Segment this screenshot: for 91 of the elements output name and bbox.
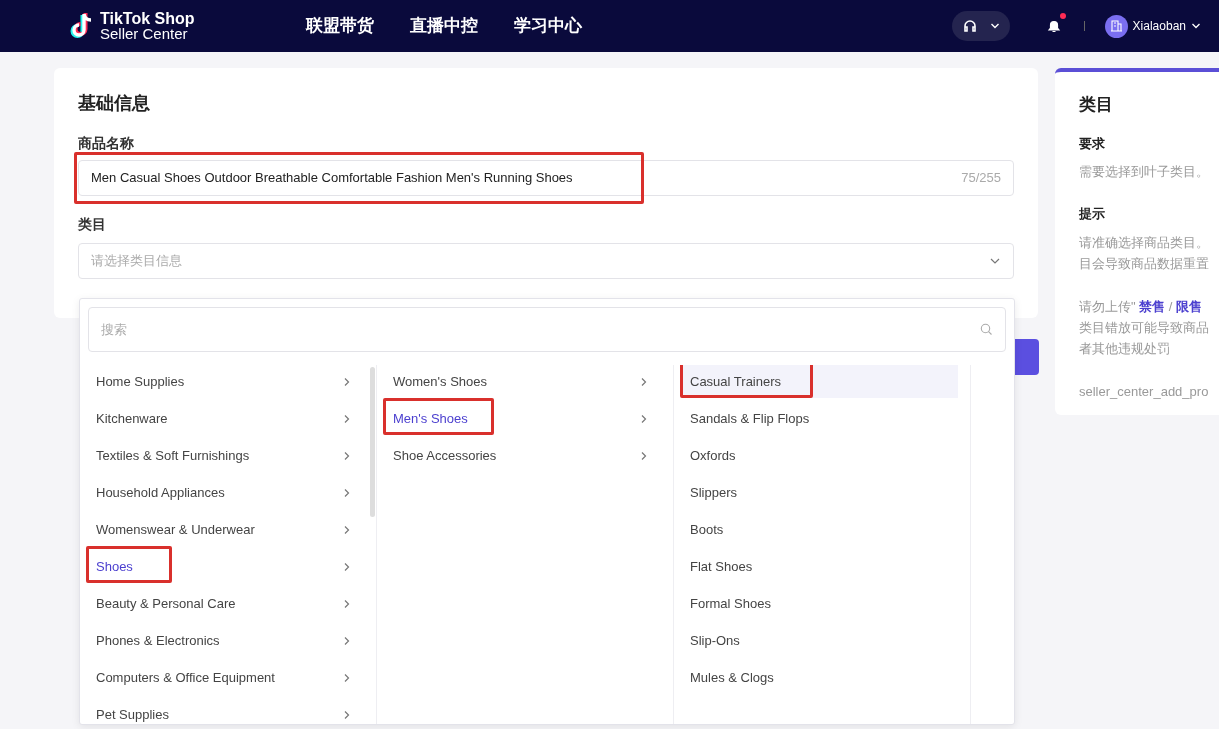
chevron-right-icon xyxy=(342,524,352,535)
category-label: Phones & Electronics xyxy=(96,631,220,650)
help-text: 目会导致商品数据重置 xyxy=(1079,254,1210,273)
category-label: Beauty & Personal Care xyxy=(96,594,236,613)
category-label: Boots xyxy=(690,520,724,539)
headset-icon xyxy=(961,18,978,34)
category-item[interactable]: Shoes xyxy=(88,550,364,583)
select-placeholder: 请选择类目信息 xyxy=(91,252,182,271)
category-label: Oxfords xyxy=(690,446,736,465)
caret-icon xyxy=(1191,21,1201,31)
category-item[interactable]: Formal Shoes xyxy=(682,587,958,620)
logo-title: TikTok Shop xyxy=(100,11,195,26)
category-item[interactable]: Phones & Electronics xyxy=(88,624,364,657)
category-item[interactable]: Oxfords xyxy=(682,439,958,472)
category-item[interactable]: Textiles & Soft Furnishings xyxy=(88,439,364,472)
nav-link[interactable]: 学习中心 xyxy=(514,13,582,39)
search-field[interactable]: 搜索 xyxy=(88,307,1006,352)
chevron-right-icon xyxy=(639,450,649,461)
chevron-right-icon xyxy=(639,376,649,387)
category-label: Casual Trainers xyxy=(690,372,782,391)
category-item[interactable]: Home Supplies xyxy=(88,365,364,398)
category-label: Shoe Accessories xyxy=(393,446,497,465)
help-text: 者其他违规处罚 xyxy=(1079,339,1171,358)
category-label: Slippers xyxy=(690,483,737,502)
chevron-right-icon xyxy=(342,487,352,498)
support-button[interactable] xyxy=(951,11,1010,41)
category-label: Men's Shoes xyxy=(393,409,468,428)
chevron-right-icon xyxy=(342,561,352,572)
avatar-icon xyxy=(1104,14,1128,38)
category-item[interactable]: Flat Shoes xyxy=(682,550,958,583)
category-label: Womenswear & Underwear xyxy=(96,520,255,539)
category-label: Home Supplies xyxy=(96,372,185,391)
search-input[interactable]: 搜索 xyxy=(101,319,980,340)
chevron-right-icon xyxy=(342,709,352,720)
category-label: Women's Shoes xyxy=(393,372,487,391)
help-text: 请准确选择商品类目。 xyxy=(1079,233,1210,252)
scrollbar-thumb[interactable] xyxy=(370,367,375,517)
help-text: 类目错放可能导致商品 xyxy=(1079,318,1210,337)
category-item[interactable]: Women's Shoes xyxy=(385,365,661,398)
help-text: 请勿上传" 禁售 / 限售 xyxy=(1079,297,1204,316)
help-text: 需要选择到叶子类目。 xyxy=(1079,163,1210,181)
card-title: 基础信息 xyxy=(78,92,151,115)
category-label: Shoes xyxy=(96,557,133,576)
category-label: Textiles & Soft Furnishings xyxy=(96,446,250,465)
chevron-right-icon xyxy=(342,598,352,609)
category-item[interactable]: Slippers xyxy=(682,476,958,509)
user-menu[interactable]: Xialaoban xyxy=(1104,14,1201,38)
category-item[interactable]: Beauty & Personal Care xyxy=(88,587,364,620)
category-item[interactable]: Casual Trainers xyxy=(682,365,958,398)
category-item[interactable]: Men's Shoes xyxy=(385,402,661,435)
category-item[interactable]: Sandals & Flip Flops xyxy=(682,402,958,435)
nav-link[interactable]: 联盟带货 xyxy=(306,13,374,39)
category-item[interactable]: Shoe Accessories xyxy=(385,439,661,472)
category-item[interactable]: Pet Supplies xyxy=(88,698,364,724)
product-name-field[interactable]: Men Casual Shoes Outdoor Breathable Comfortable Fashion Men's Running Shoes 75/255 xyxy=(78,160,1014,196)
user-name: Xialaoban xyxy=(1132,18,1186,35)
bell-icon xyxy=(1045,18,1062,34)
category-item[interactable]: Womenswear & Underwear xyxy=(88,513,364,546)
search-icon xyxy=(980,323,993,336)
category-label: Pet Supplies xyxy=(96,705,169,724)
section-heading: 要求 xyxy=(1079,134,1106,153)
character-count: 75/255 xyxy=(961,169,1001,188)
chevron-right-icon xyxy=(342,413,352,424)
logo-subtitle: Seller Center xyxy=(100,26,188,41)
category-label: Household Appliances xyxy=(96,483,225,502)
category-item[interactable]: Slip-Ons xyxy=(682,624,958,657)
category-label: Sandals & Flip Flops xyxy=(690,409,810,428)
chevron-right-icon xyxy=(342,672,352,683)
section-heading: 提示 xyxy=(1079,205,1106,223)
field-value: Men Casual Shoes Outdoor Breathable Comfortable Fashion Men's Running Shoes xyxy=(91,169,573,188)
category-label: Computers & Office Equipment xyxy=(96,668,275,687)
panel-title: 类目 xyxy=(1079,94,1114,116)
category-label: Slip-Ons xyxy=(690,631,740,650)
category-item[interactable]: Kitchenware xyxy=(88,402,364,435)
chevron-right-icon xyxy=(342,635,352,646)
field-label: 商品名称 xyxy=(78,134,135,153)
category-item[interactable]: Boots xyxy=(682,513,958,546)
category-label: Kitchenware xyxy=(96,409,168,428)
category-label: Mules & Clogs xyxy=(690,668,774,687)
help-text: seller_center_add_pro xyxy=(1079,382,1210,401)
nav-link[interactable]: 直播中控 xyxy=(410,13,478,39)
field-label: 类目 xyxy=(78,215,107,234)
category-item[interactable]: Mules & Clogs xyxy=(682,661,958,694)
category-item[interactable]: Computers & Office Equipment xyxy=(88,661,364,694)
category-label: Formal Shoes xyxy=(690,594,771,613)
chevron-right-icon xyxy=(342,450,352,461)
category-label: Flat Shoes xyxy=(690,557,753,576)
category-item[interactable]: Household Appliances xyxy=(88,476,364,509)
caret-icon xyxy=(989,21,1000,31)
chevron-right-icon xyxy=(639,413,649,424)
chevron-right-icon xyxy=(342,376,352,387)
